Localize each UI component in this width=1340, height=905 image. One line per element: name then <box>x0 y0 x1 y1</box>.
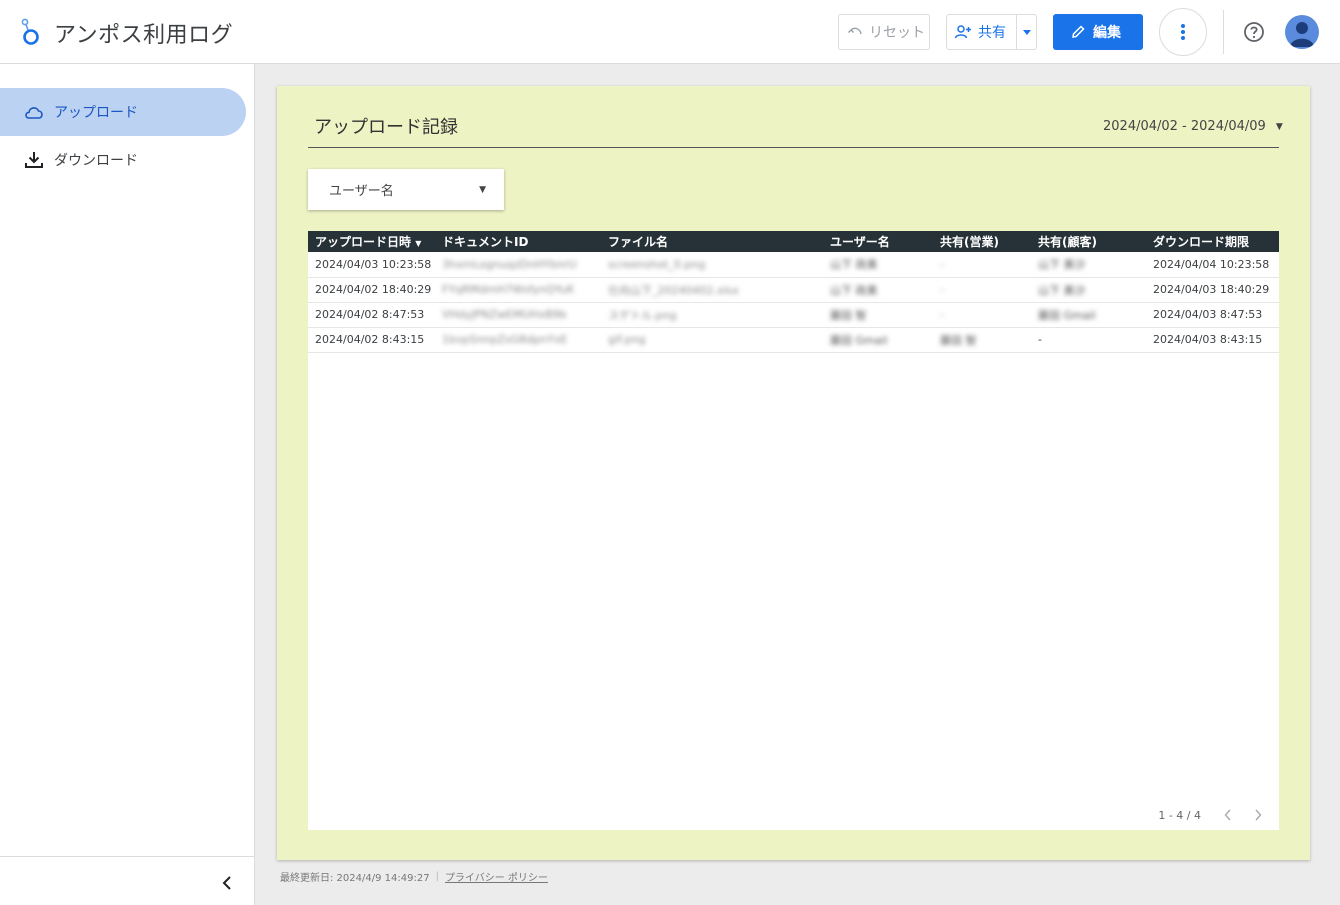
cell-download-deadline: 2024/04/04 10:23:58 <box>1146 252 1279 278</box>
account-icon <box>1290 22 1314 47</box>
table-row: 2024/04/03 10:23:58 3hxmLognuqzDnHYbnrU … <box>308 252 1279 278</box>
more-vert-icon <box>1181 24 1185 40</box>
date-range-value: 2024/04/02 - 2024/04/09 <box>1103 119 1266 134</box>
column-header-shared-sales[interactable]: 共有(営業) <box>933 231 1031 252</box>
cell-shared-sales: - <box>933 277 1031 303</box>
cell-shared-sales: 藤田 智 <box>933 327 1031 353</box>
cell-upload-datetime: 2024/04/02 8:43:15 <box>308 327 435 353</box>
top-bar: アンポス利用ログ リセット 共有 編集 <box>0 0 1340 64</box>
caret-down-icon: ▼ <box>1275 121 1283 132</box>
undo-icon <box>848 27 862 35</box>
looker-studio-logo-icon <box>21 18 39 45</box>
cloud-icon <box>25 107 43 119</box>
share-button-group: 共有 <box>946 14 1037 50</box>
pagination-count: 1 - 4 / 4 <box>1158 808 1201 822</box>
more-options-button[interactable] <box>1159 8 1207 56</box>
filter-label: ユーザー名 <box>329 184 394 199</box>
chevron-left-icon[interactable] <box>1217 804 1239 826</box>
column-header-upload-datetime[interactable]: アップロード日時 ▼ <box>308 231 435 252</box>
upload-table: アップロード日時 ▼ ドキュメントID ファイル名 ユーザー名 共有(営業) 共… <box>308 231 1279 830</box>
chevron-left-icon[interactable] <box>217 872 237 894</box>
sort-desc-icon: ▼ <box>415 239 422 248</box>
table-row: 2024/04/02 18:40:29 FYqRMdmH7WsfynQYuK 仕… <box>308 277 1279 303</box>
add-person-icon <box>954 25 971 39</box>
cell-user-name: 山下 政美 <box>823 277 933 303</box>
cell-upload-datetime: 2024/04/03 10:23:58 <box>308 252 435 278</box>
title-divider <box>308 147 1279 148</box>
cell-document-id: VHdyJPNZwEMUHxB9b <box>435 302 601 328</box>
date-range-control[interactable]: 2024/04/02 - 2024/04/09 ▼ <box>1103 119 1283 134</box>
edit-button-label: 編集 <box>1093 25 1121 41</box>
cell-file-name: gif.png <box>601 327 823 353</box>
table-header-row: アップロード日時 ▼ ドキュメントID ファイル名 ユーザー名 共有(営業) 共… <box>308 231 1279 252</box>
cell-document-id: 3hxmLognuqzDnHYbnrU <box>435 252 601 278</box>
edit-button[interactable]: 編集 <box>1053 14 1143 50</box>
report-page: アップロード記録 2024/04/02 - 2024/04/09 ▼ ユーザー名… <box>277 86 1310 860</box>
user-name-filter[interactable]: ユーザー名 ▼ <box>308 169 504 210</box>
pagination: 1 - 4 / 4 <box>1158 804 1269 826</box>
app-title: アンポス利用ログ <box>54 23 234 48</box>
footer: 最終更新日: 2024/4/9 14:49:27 | プライバシー ポリシー <box>280 869 548 884</box>
cell-shared-customer: 藤田 Gmail <box>1031 302 1146 328</box>
column-header-document-id[interactable]: ドキュメントID <box>435 231 601 252</box>
cell-download-deadline: 2024/04/03 18:40:29 <box>1146 277 1279 303</box>
cell-shared-sales: - <box>933 252 1031 278</box>
report-title: アップロード記録 <box>314 117 458 138</box>
cell-document-id: FYqRMdmH7WsfynQYuK <box>435 277 601 303</box>
sidebar-item-upload[interactable]: アップロード <box>0 88 246 136</box>
cell-document-id: 1bvpSnnpZsG8dpnYxE <box>435 327 601 353</box>
cell-shared-customer: - <box>1031 327 1146 353</box>
reset-button-label: リセット <box>869 25 925 41</box>
footer-separator: | <box>435 871 439 882</box>
sidebar-divider <box>0 856 254 857</box>
chevron-right-icon[interactable] <box>1247 804 1269 826</box>
cell-file-name: 仕向山下_20240402.xlsx <box>601 277 823 303</box>
share-button-label: 共有 <box>978 25 1006 41</box>
download-icon <box>25 152 43 168</box>
cell-download-deadline: 2024/04/03 8:43:15 <box>1146 327 1279 353</box>
column-header-download-deadline[interactable]: ダウンロード期限 <box>1146 231 1279 252</box>
cell-file-name: スゲトル.png <box>601 302 823 328</box>
sidebar-item-download[interactable]: ダウンロード <box>0 136 246 184</box>
column-header-shared-customer[interactable]: 共有(顧客) <box>1031 231 1146 252</box>
pencil-icon <box>1072 25 1085 38</box>
cell-user-name: 藤田 智 <box>823 302 933 328</box>
sidebar-item-label: アップロード <box>54 105 138 121</box>
column-header-file-name[interactable]: ファイル名 <box>601 231 823 252</box>
cell-user-name: 藤田 Gmail <box>823 327 933 353</box>
cell-shared-sales: - <box>933 302 1031 328</box>
toolbar-divider <box>1223 10 1224 54</box>
caret-down-icon: ▼ <box>479 184 486 195</box>
caret-down-icon <box>1022 29 1031 35</box>
share-dropdown-button[interactable] <box>1017 15 1036 49</box>
cell-shared-customer: 山下 美沙 <box>1031 277 1146 303</box>
cell-file-name: screenshot_0.png <box>601 252 823 278</box>
share-button[interactable]: 共有 <box>947 15 1018 49</box>
privacy-policy-link[interactable]: プライバシー ポリシー <box>445 869 548 884</box>
cell-upload-datetime: 2024/04/02 18:40:29 <box>308 277 435 303</box>
cell-user-name: 山下 政美 <box>823 252 933 278</box>
last-updated: 最終更新日: 2024/4/9 14:49:27 <box>280 873 430 884</box>
reset-button[interactable]: リセット <box>838 14 930 50</box>
table-row: 2024/04/02 8:47:53 VHdyJPNZwEMUHxB9b スゲト… <box>308 302 1279 328</box>
cell-shared-customer: 山下 美沙 <box>1031 252 1146 278</box>
table-row: 2024/04/02 8:43:15 1bvpSnnpZsG8dpnYxE gi… <box>308 327 1279 353</box>
cell-upload-datetime: 2024/04/02 8:47:53 <box>308 302 435 328</box>
cell-download-deadline: 2024/04/03 8:47:53 <box>1146 302 1279 328</box>
avatar[interactable] <box>1285 15 1319 49</box>
sidebar-item-label: ダウンロード <box>54 153 138 169</box>
sidebar: アップロード ダウンロード <box>0 64 255 905</box>
help-icon[interactable] <box>1242 20 1266 44</box>
column-header-user-name[interactable]: ユーザー名 <box>823 231 933 252</box>
